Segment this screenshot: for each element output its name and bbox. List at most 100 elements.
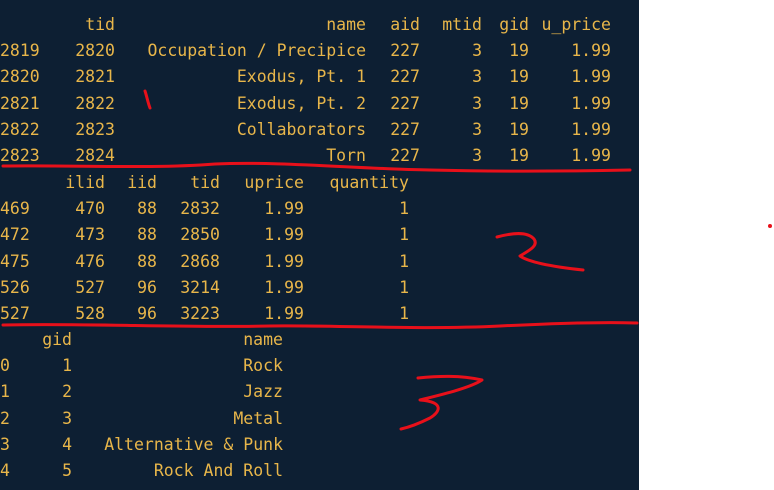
row-index: 2822	[0, 119, 40, 139]
dataframe-tracks: tid name aid mtid gid u_price 2819 2820 …	[0, 12, 611, 169]
stray-dot	[768, 224, 772, 228]
console-output: tid name aid mtid gid u_price 2819 2820 …	[0, 0, 639, 490]
cell: 3214	[180, 277, 220, 297]
table-row: 2819 2820 Occupation / Precipice 227 3 1…	[0, 38, 611, 64]
cell: 1.99	[571, 93, 611, 113]
cell: 5	[62, 461, 72, 481]
cell: 2821	[75, 67, 115, 87]
table-row: 0 1 Rock	[0, 353, 283, 379]
cell: 88	[137, 251, 157, 271]
cell: 1.99	[571, 67, 611, 87]
cell: 1.99	[264, 277, 304, 297]
cell: 2868	[180, 251, 220, 271]
genres-table: gid name 0 1 Rock 1 2 Jazz 2 3 Metal 3 4…	[0, 327, 283, 484]
column-header: gid	[42, 330, 72, 349]
table-row: 1 2 Jazz	[0, 379, 283, 405]
dataframe-invoice-lines: ilid iid tid uprice quantity 469 470 88 …	[0, 170, 409, 327]
cell: 528	[75, 304, 105, 324]
header-row: tid name aid mtid gid u_price	[0, 12, 611, 38]
table-row: 2821 2822 Exodus, Pt. 2 227 3 19 1.99	[0, 91, 611, 117]
column-header: iid	[127, 173, 157, 192]
row-index: 472	[0, 225, 30, 245]
cell: Exodus, Pt. 1	[236, 67, 366, 87]
invoice-lines-table: ilid iid tid uprice quantity 469 470 88 …	[0, 170, 409, 327]
table-row: 2 3 Metal	[0, 406, 283, 432]
column-header: name	[243, 330, 283, 349]
cell: 3	[472, 146, 482, 166]
row-index: 2821	[0, 93, 40, 113]
cell: 227	[390, 93, 420, 113]
cell: 19	[509, 41, 529, 61]
cell: 19	[509, 146, 529, 166]
table-row: 2820 2821 Exodus, Pt. 1 227 3 19 1.99	[0, 64, 611, 90]
cell: Rock And Roll	[153, 461, 283, 481]
column-header: u_price	[541, 15, 611, 34]
row-index: 4	[0, 461, 10, 481]
cell: Alternative & Punk	[104, 434, 283, 454]
cell: 470	[75, 199, 105, 219]
column-header: aid	[390, 15, 420, 34]
column-header: uprice	[244, 173, 304, 192]
cell: 1.99	[571, 119, 611, 139]
cell: Occupation / Precipice	[147, 41, 366, 61]
cell: 2823	[75, 119, 115, 139]
table-row: 4 5 Rock And Roll	[0, 458, 283, 484]
cell: 3	[472, 67, 482, 87]
cell: 527	[75, 277, 105, 297]
cell: 1.99	[571, 146, 611, 166]
row-index: 469	[0, 199, 30, 219]
cell: 19	[509, 93, 529, 113]
index-header	[0, 12, 46, 38]
cell: Torn	[326, 146, 366, 166]
table-row: 472 473 88 2850 1.99 1	[0, 222, 409, 248]
cell: 1	[399, 251, 409, 271]
cell: Rock	[243, 356, 283, 376]
cell: 88	[137, 225, 157, 245]
row-index: 475	[0, 251, 30, 271]
row-index: 2823	[0, 146, 40, 166]
tracks-table: tid name aid mtid gid u_price 2819 2820 …	[0, 12, 611, 169]
cell: 227	[390, 146, 420, 166]
cell: 3	[472, 119, 482, 139]
cell: 19	[509, 119, 529, 139]
table-row: 2823 2824 Torn 227 3 19 1.99	[0, 143, 611, 169]
row-index: 2819	[0, 41, 40, 61]
table-row: 526 527 96 3214 1.99 1	[0, 275, 409, 301]
cell: 1.99	[264, 199, 304, 219]
row-index: 2	[0, 408, 10, 428]
cell: Exodus, Pt. 2	[236, 93, 366, 113]
cell: 1	[62, 356, 72, 376]
cell: 2850	[180, 225, 220, 245]
header-row: gid name	[0, 327, 283, 353]
header-row: ilid iid tid uprice quantity	[0, 170, 409, 196]
cell: 96	[137, 277, 157, 297]
cell: Metal	[233, 408, 283, 428]
table-row: 527 528 96 3223 1.99 1	[0, 301, 409, 327]
index-header	[0, 170, 38, 196]
table-row: 3 4 Alternative & Punk	[0, 432, 283, 458]
cell: 3	[472, 41, 482, 61]
column-header: gid	[499, 15, 529, 34]
row-index: 0	[0, 356, 10, 376]
cell: 88	[137, 199, 157, 219]
cell: 96	[137, 304, 157, 324]
cell: 1.99	[264, 251, 304, 271]
column-header: tid	[190, 173, 220, 192]
table-row: 2822 2823 Collaborators 227 3 19 1.99	[0, 117, 611, 143]
cell: 1	[399, 304, 409, 324]
cell: 1.99	[571, 41, 611, 61]
cell: 227	[390, 67, 420, 87]
row-index: 526	[0, 277, 30, 297]
column-header: name	[326, 15, 366, 34]
cell: 2820	[75, 41, 115, 61]
cell: Jazz	[243, 382, 283, 402]
cell: 227	[390, 119, 420, 139]
cell: 2832	[180, 199, 220, 219]
cell: 3	[62, 408, 72, 428]
cell: 2824	[75, 146, 115, 166]
row-index: 527	[0, 304, 30, 324]
cell: 2	[62, 382, 72, 402]
cell: 19	[509, 67, 529, 87]
row-index: 3	[0, 434, 10, 454]
dataframe-genres: gid name 0 1 Rock 1 2 Jazz 2 3 Metal 3 4…	[0, 327, 283, 484]
